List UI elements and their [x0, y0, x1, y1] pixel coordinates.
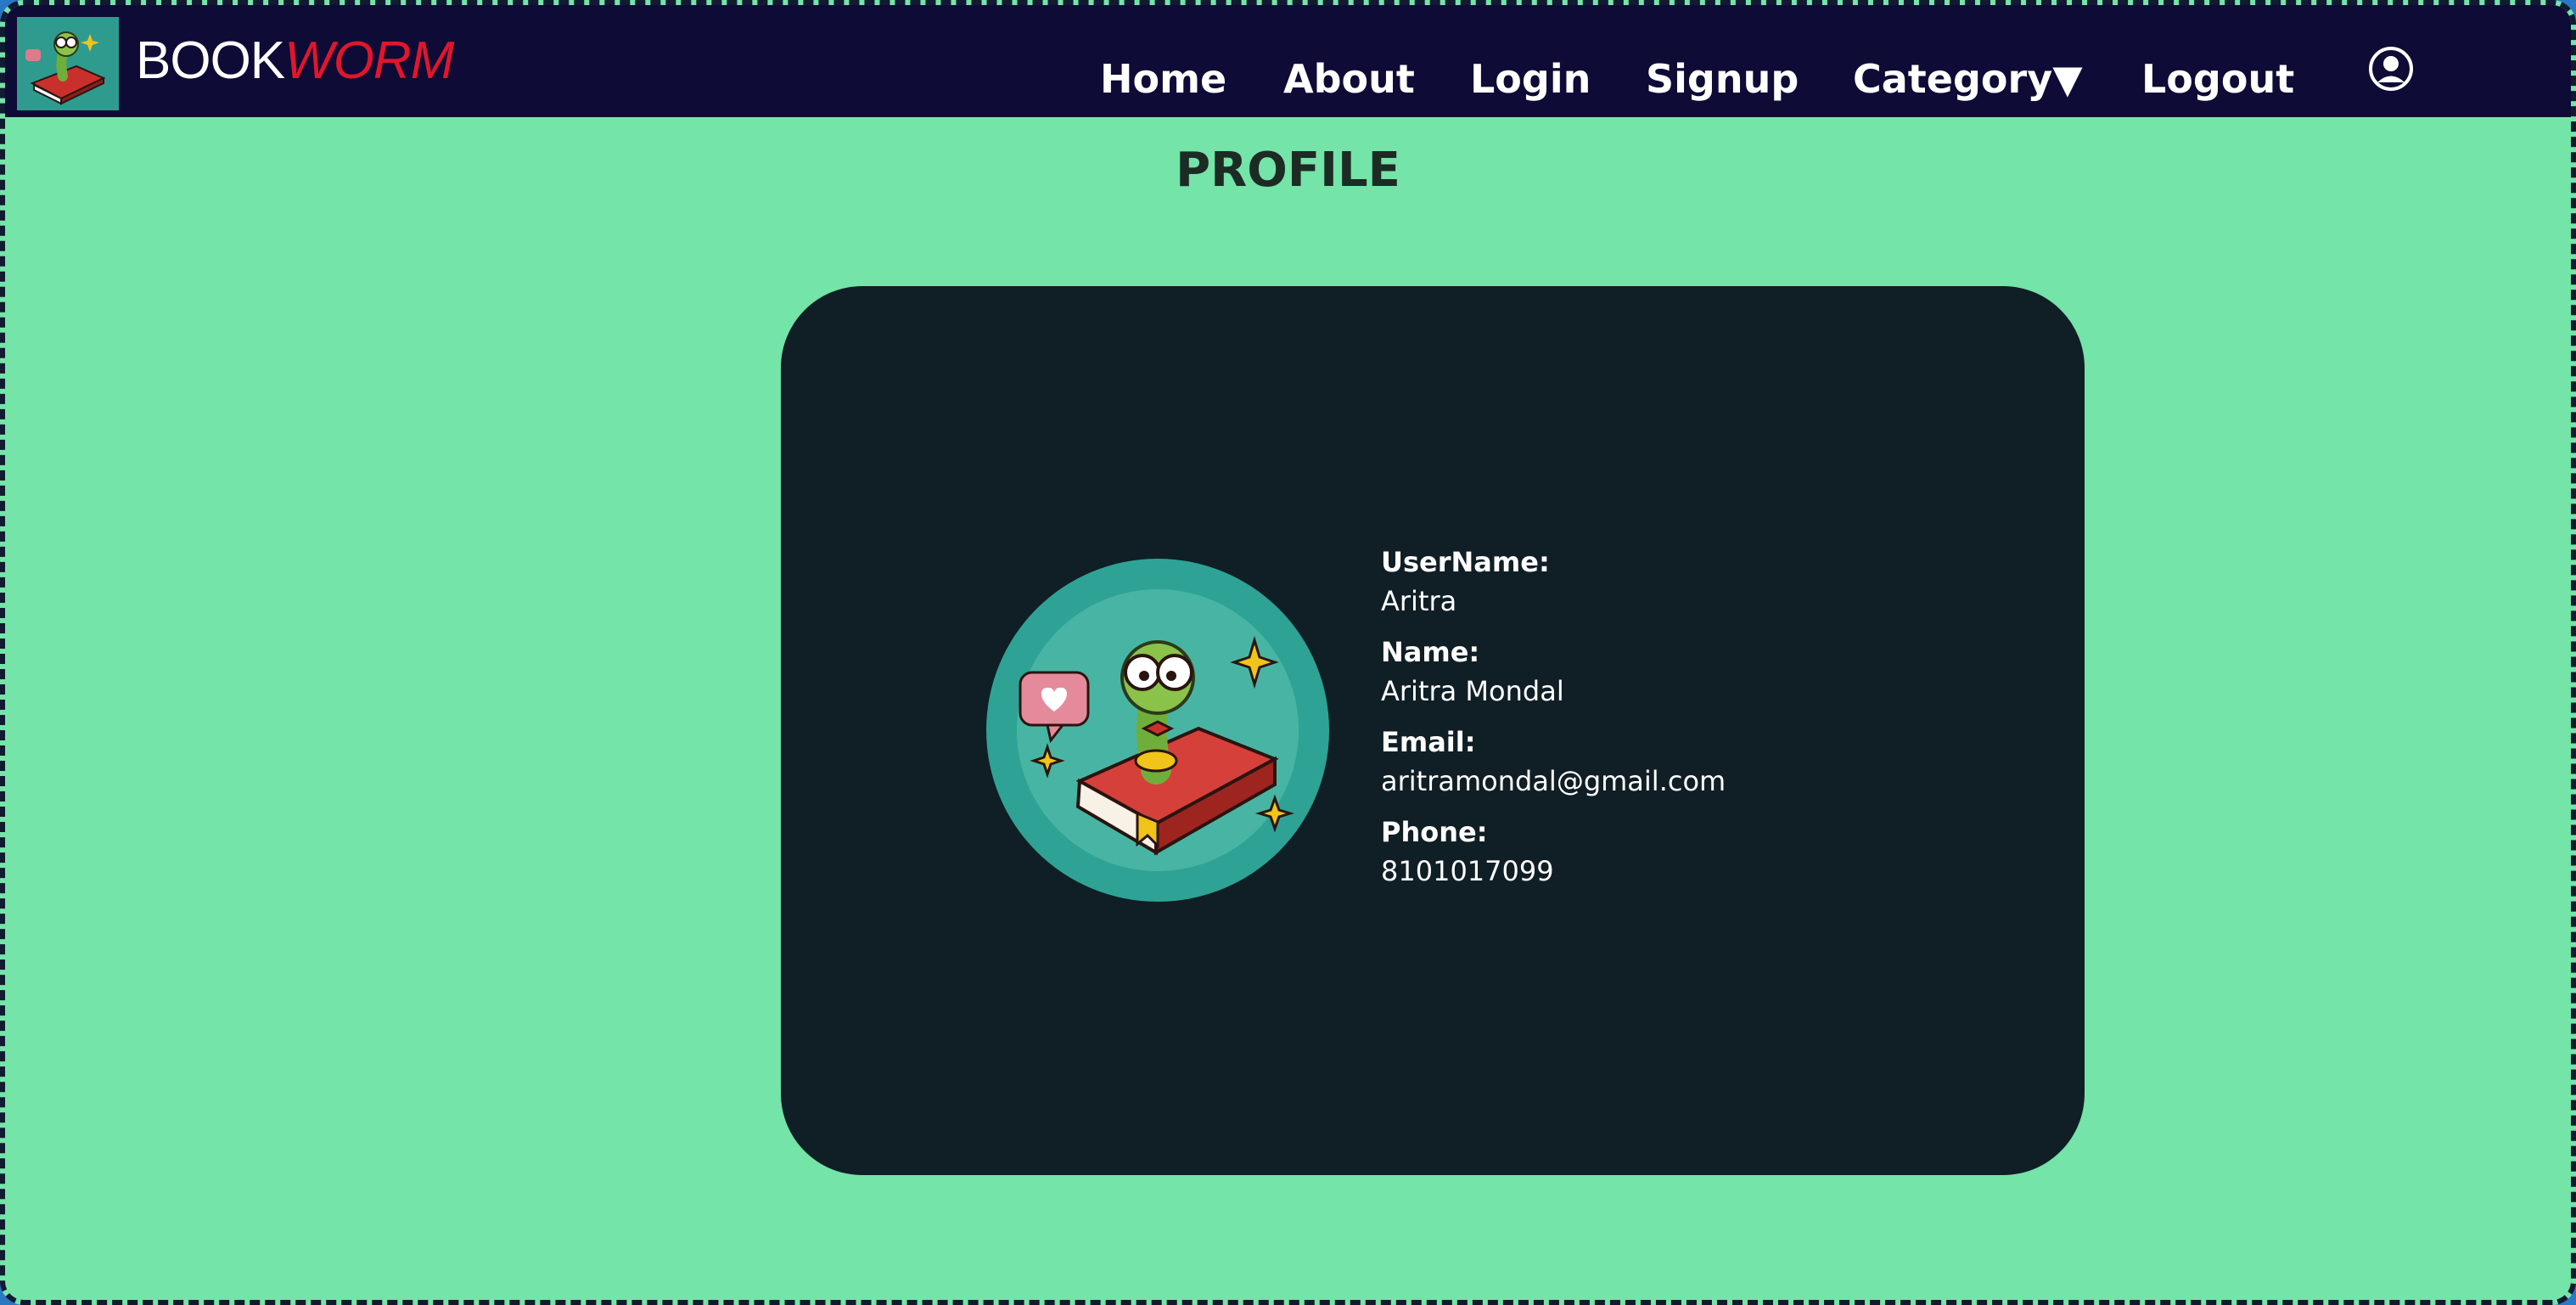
navbar: BOOKWORM Home About Login Signup Categor…	[5, 5, 2571, 117]
phone-value: 8101017099	[1381, 855, 1554, 887]
email-value: aritramondal@gmail.com	[1381, 765, 1726, 797]
username-label: UserName:	[1381, 546, 1550, 578]
nav-signup-link[interactable]: Signup	[1646, 54, 1799, 104]
email-field: Email: aritramondal@gmail.com	[1381, 723, 1726, 802]
page-frame: BOOKWORM Home About Login Signup Categor…	[0, 0, 2576, 1305]
phone-field: Phone: 8101017099	[1381, 813, 1726, 892]
nav-logout-link[interactable]: Logout	[2141, 54, 2294, 104]
email-label: Email:	[1381, 726, 1476, 758]
bookworm-logo-icon[interactable]	[17, 17, 119, 110]
brand-part-book: BOOK	[136, 31, 285, 90]
brand-part-worm: WORM	[284, 31, 454, 90]
user-circle-icon[interactable]	[2368, 46, 2414, 92]
phone-label: Phone:	[1381, 816, 1488, 848]
username-field: UserName: Aritra	[1381, 543, 1726, 622]
page-title: PROFILE	[1176, 143, 1400, 198]
nav-about-link[interactable]: About	[1283, 54, 1415, 104]
nav-category-dropdown[interactable]: Category▼	[1853, 54, 2083, 104]
nav-login-link[interactable]: Login	[1470, 54, 1591, 104]
username-value: Aritra	[1381, 585, 1457, 617]
name-field: Name: Aritra Mondal	[1381, 633, 1726, 712]
brand-title[interactable]: BOOKWORM	[136, 29, 454, 93]
nav-home-link[interactable]: Home	[1100, 54, 1226, 104]
profile-card: UserName: Aritra Name: Aritra Mondal Ema…	[781, 286, 2085, 1175]
name-value: Aritra Mondal	[1381, 675, 1564, 707]
bookworm-avatar-icon	[986, 559, 1329, 902]
name-label: Name:	[1381, 636, 1480, 668]
profile-info: UserName: Aritra Name: Aritra Mondal Ema…	[1381, 543, 1726, 903]
